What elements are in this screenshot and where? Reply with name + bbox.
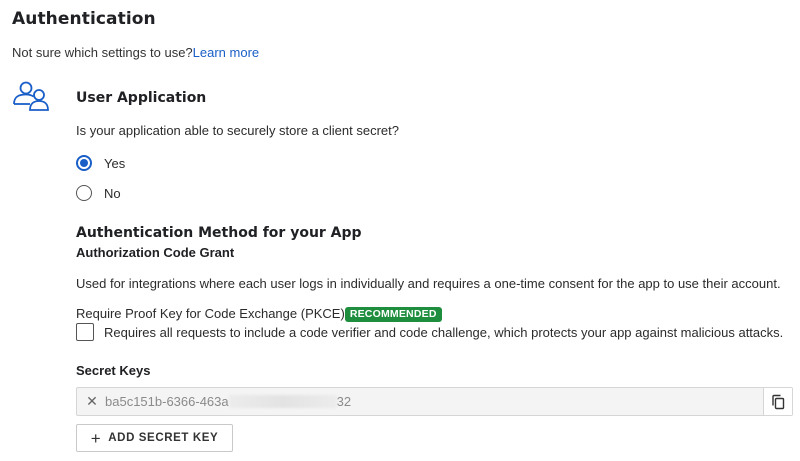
- radio-no[interactable]: [76, 185, 92, 201]
- pkce-checkbox[interactable]: [76, 323, 94, 341]
- client-secret-question: Is your application able to securely sto…: [76, 123, 400, 138]
- secret-key-prefix: ba5c151b-6366-463a: [105, 394, 229, 409]
- plus-icon: +: [90, 428, 102, 448]
- auth-method-title: Authentication Method for your App: [76, 225, 362, 241]
- secret-keys-title: Secret Keys: [76, 363, 151, 378]
- radio-no-label: No: [104, 185, 121, 201]
- radio-yes-label: Yes: [104, 155, 126, 171]
- grant-description: Used for integrations where each user lo…: [76, 276, 781, 291]
- radio-option-no[interactable]: No: [76, 185, 121, 201]
- recommended-badge: RECOMMENDED: [344, 307, 442, 322]
- pkce-description: Requires all requests to include a code …: [104, 324, 784, 340]
- learn-more-link[interactable]: Learn more: [193, 45, 259, 60]
- redacted-region: [228, 395, 337, 408]
- copy-icon: [772, 394, 785, 409]
- pkce-label: Require Proof Key for Code Exchange (PKC…: [76, 306, 345, 321]
- pkce-option: Requires all requests to include a code …: [76, 323, 783, 341]
- pkce-row: Require Proof Key for Code Exchange (PKC…: [76, 306, 442, 322]
- close-icon[interactable]: ✕: [79, 393, 105, 410]
- add-secret-key-label: ADD SECRET KEY: [108, 432, 219, 444]
- user-application-title: User Application: [76, 90, 207, 106]
- grant-type-label: Authorization Code Grant: [76, 245, 235, 260]
- page-title: Authentication: [12, 9, 156, 29]
- intro-text: Not sure which settings to use?: [12, 45, 193, 60]
- users-icon: [13, 81, 49, 111]
- radio-option-yes[interactable]: Yes: [76, 155, 125, 171]
- secret-key-suffix: 32: [336, 394, 352, 409]
- add-secret-key-button[interactable]: + ADD SECRET KEY: [76, 424, 233, 452]
- secret-key-value: ba5c151b-6366-463a 32: [105, 394, 763, 409]
- radio-selected-dot: [80, 159, 88, 167]
- secret-key-field: ✕ ba5c151b-6366-463a 32: [76, 387, 793, 416]
- radio-yes[interactable]: [76, 155, 92, 171]
- intro-line: Not sure which settings to use?Learn mor…: [12, 45, 259, 60]
- copy-button[interactable]: [763, 388, 792, 415]
